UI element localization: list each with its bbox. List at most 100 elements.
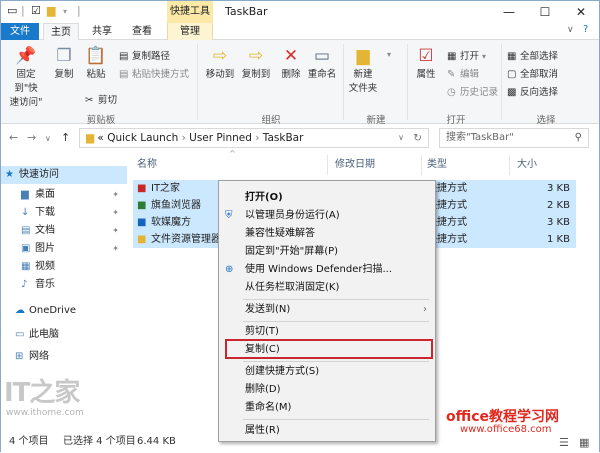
new-folder-label-2: 文件夹: [348, 83, 378, 94]
back-icon[interactable]: ←: [9, 131, 18, 144]
menu-defender-scan-label: 使用 Windows Defender扫描...: [245, 264, 393, 275]
address-bar[interactable]: ▆ « Quick Launch › User Pinned › TaskBar…: [79, 128, 429, 148]
paste-button[interactable]: 📋 粘贴: [81, 46, 111, 80]
tab-file[interactable]: 文件: [1, 23, 39, 40]
select-none-button[interactable]: ▢ 全部取消: [507, 66, 558, 80]
recent-dropdown-icon[interactable]: ∨: [45, 134, 51, 143]
cut-icon: ✂: [85, 95, 94, 106]
address-overflow[interactable]: «: [97, 132, 103, 144]
cut-button[interactable]: ✂ 剪切: [85, 92, 117, 106]
menu-create-shortcut[interactable]: 创建快捷方式(S): [219, 363, 435, 381]
menu-create-shortcut-label: 创建快捷方式(S): [245, 366, 320, 377]
new-folder-qat-icon[interactable]: ▆: [47, 4, 55, 17]
sidebar-item-label: 文档: [35, 225, 55, 236]
star-icon: ★: [5, 169, 14, 180]
rename-button[interactable]: ▭ 重命名: [305, 46, 339, 80]
breadcrumb-quick-launch[interactable]: Quick Launch: [107, 132, 178, 144]
desktop-icon: ▆: [21, 189, 29, 200]
column-divider[interactable]: [327, 155, 328, 175]
menu-pin-start[interactable]: 固定到"开始"屏幕(P): [219, 243, 435, 261]
menu-unpin-taskbar[interactable]: 从任务栏取消固定(K): [219, 279, 435, 297]
ithome-url: www.ithome.com: [6, 408, 84, 418]
sidebar-item[interactable]: ▣ 图片 ✦: [1, 240, 127, 258]
menu-properties[interactable]: 属性(R): [219, 422, 435, 440]
menu-run-as-admin[interactable]: ⛨ 以管理员身份运行(A): [219, 207, 435, 225]
sidebar-item[interactable]: ▤ 文档 ✦: [1, 222, 127, 240]
menu-open-label: 打开(O): [245, 192, 283, 203]
ribbon-separator-4: [501, 44, 502, 120]
menu-send-to[interactable]: 发送到(N) ›: [219, 301, 435, 319]
sidebar-item[interactable]: ↓ 下载 ✦: [1, 204, 127, 222]
office-watermark-title: office教程学习网: [446, 409, 560, 425]
search-input[interactable]: 搜索"TaskBar" ⚲: [439, 128, 589, 148]
open-button[interactable]: ▦ 打开 ▾: [447, 48, 486, 62]
nav-quick-access[interactable]: ★ 快速访问: [1, 166, 127, 184]
nav-network[interactable]: ⊞ 网络: [1, 348, 127, 366]
qat-dropdown-icon[interactable]: ▾: [63, 7, 67, 16]
properties-button[interactable]: ☑ 属性: [411, 46, 441, 80]
delete-button[interactable]: ✕ 删除: [279, 46, 303, 80]
new-folder-label-1: 新建: [353, 69, 373, 80]
help-icon[interactable]: ?: [583, 24, 588, 35]
menu-defender-scan[interactable]: ⊕ 使用 Windows Defender扫描...: [219, 261, 435, 279]
document-icon: ▤: [21, 225, 31, 236]
close-button[interactable]: ✕: [563, 1, 599, 23]
qat-separator-icon: |: [21, 4, 25, 17]
sidebar-item[interactable]: ♪ 音乐: [1, 276, 127, 294]
refresh-icon[interactable]: ↻: [413, 129, 422, 147]
up-icon[interactable]: ↑: [61, 131, 70, 144]
music-icon: ♪: [21, 279, 28, 290]
invert-selection-button[interactable]: ▩ 反向选择: [507, 84, 558, 98]
forward-icon[interactable]: →: [27, 131, 36, 144]
menu-rename[interactable]: 重命名(M): [219, 399, 435, 417]
large-icons-view-icon[interactable]: ▦: [579, 433, 589, 453]
cloud-icon: ☁: [15, 305, 25, 316]
select-none-icon: ▢: [507, 69, 517, 80]
column-divider-3[interactable]: [509, 155, 510, 175]
nav-this-pc[interactable]: ▭ 此电脑: [1, 326, 127, 344]
column-header-type[interactable]: 类型: [427, 155, 447, 175]
menu-cut-label: 剪切(T): [245, 326, 279, 337]
properties-qat-icon[interactable]: ☑: [31, 4, 41, 17]
tab-view[interactable]: 查看: [125, 23, 159, 40]
copy-button[interactable]: ❐ 复制: [51, 46, 77, 80]
breadcrumb-taskbar[interactable]: TaskBar: [263, 132, 304, 144]
column-header-size[interactable]: 大小: [517, 155, 537, 175]
column-header-date[interactable]: 修改日期: [335, 155, 375, 175]
address-dropdown-icon[interactable]: ∨: [398, 129, 404, 147]
new-folder-button[interactable]: ▆ 新建 文件夹: [345, 46, 381, 94]
paste-icon: 📋: [85, 46, 107, 66]
paste-shortcut-button[interactable]: ▤ 粘贴快捷方式: [119, 66, 189, 80]
select-all-button[interactable]: ▦ 全部选择: [507, 48, 558, 62]
menu-open[interactable]: 打开(O): [219, 189, 435, 207]
edit-button[interactable]: ✎ 编辑: [447, 66, 479, 80]
move-to-button[interactable]: ⇨ 移动到: [203, 46, 237, 80]
nav-onedrive[interactable]: ☁ OneDrive: [1, 302, 127, 320]
menu-delete[interactable]: 删除(D): [219, 381, 435, 399]
cell-name: 文件资源管理器: [151, 234, 221, 245]
column-header-name[interactable]: 名称: [137, 155, 157, 175]
menu-troubleshoot[interactable]: 兼容性疑难解答: [219, 225, 435, 243]
copy-path-button[interactable]: ▤ 复制路径: [119, 48, 170, 62]
sidebar-item-label: 视频: [35, 261, 55, 272]
breadcrumb-user-pinned[interactable]: User Pinned: [189, 132, 252, 144]
column-divider-2[interactable]: [421, 155, 422, 175]
minimize-button[interactable]: —: [491, 1, 527, 23]
tab-share[interactable]: 共享: [85, 23, 119, 40]
copy-to-button[interactable]: ⇨ 复制到: [239, 46, 273, 80]
new-item-dropdown-icon[interactable]: ▾: [387, 50, 391, 59]
pin-quick-access-button[interactable]: 📌 固定到"快 速访问": [5, 46, 47, 108]
history-button[interactable]: ◷ 历史记录: [447, 84, 498, 98]
new-folder-icon: ▆: [356, 46, 370, 66]
paste-label: 粘贴: [86, 69, 106, 80]
maximize-button[interactable]: ☐: [527, 1, 563, 23]
details-view-icon[interactable]: ☰: [559, 433, 569, 453]
tab-manage[interactable]: 管理: [167, 23, 213, 40]
tab-home[interactable]: 主页: [43, 23, 79, 41]
select-none-label: 全部取消: [520, 69, 559, 80]
ribbon-collapse-icon[interactable]: ∨: [567, 25, 574, 35]
sidebar-item[interactable]: ▦ 视频: [1, 258, 127, 276]
sidebar-item[interactable]: ▆ 桌面 ✦: [1, 186, 127, 204]
paste-shortcut-icon: ▤: [119, 69, 129, 80]
context-tab-title: 快捷工具: [167, 1, 213, 23]
